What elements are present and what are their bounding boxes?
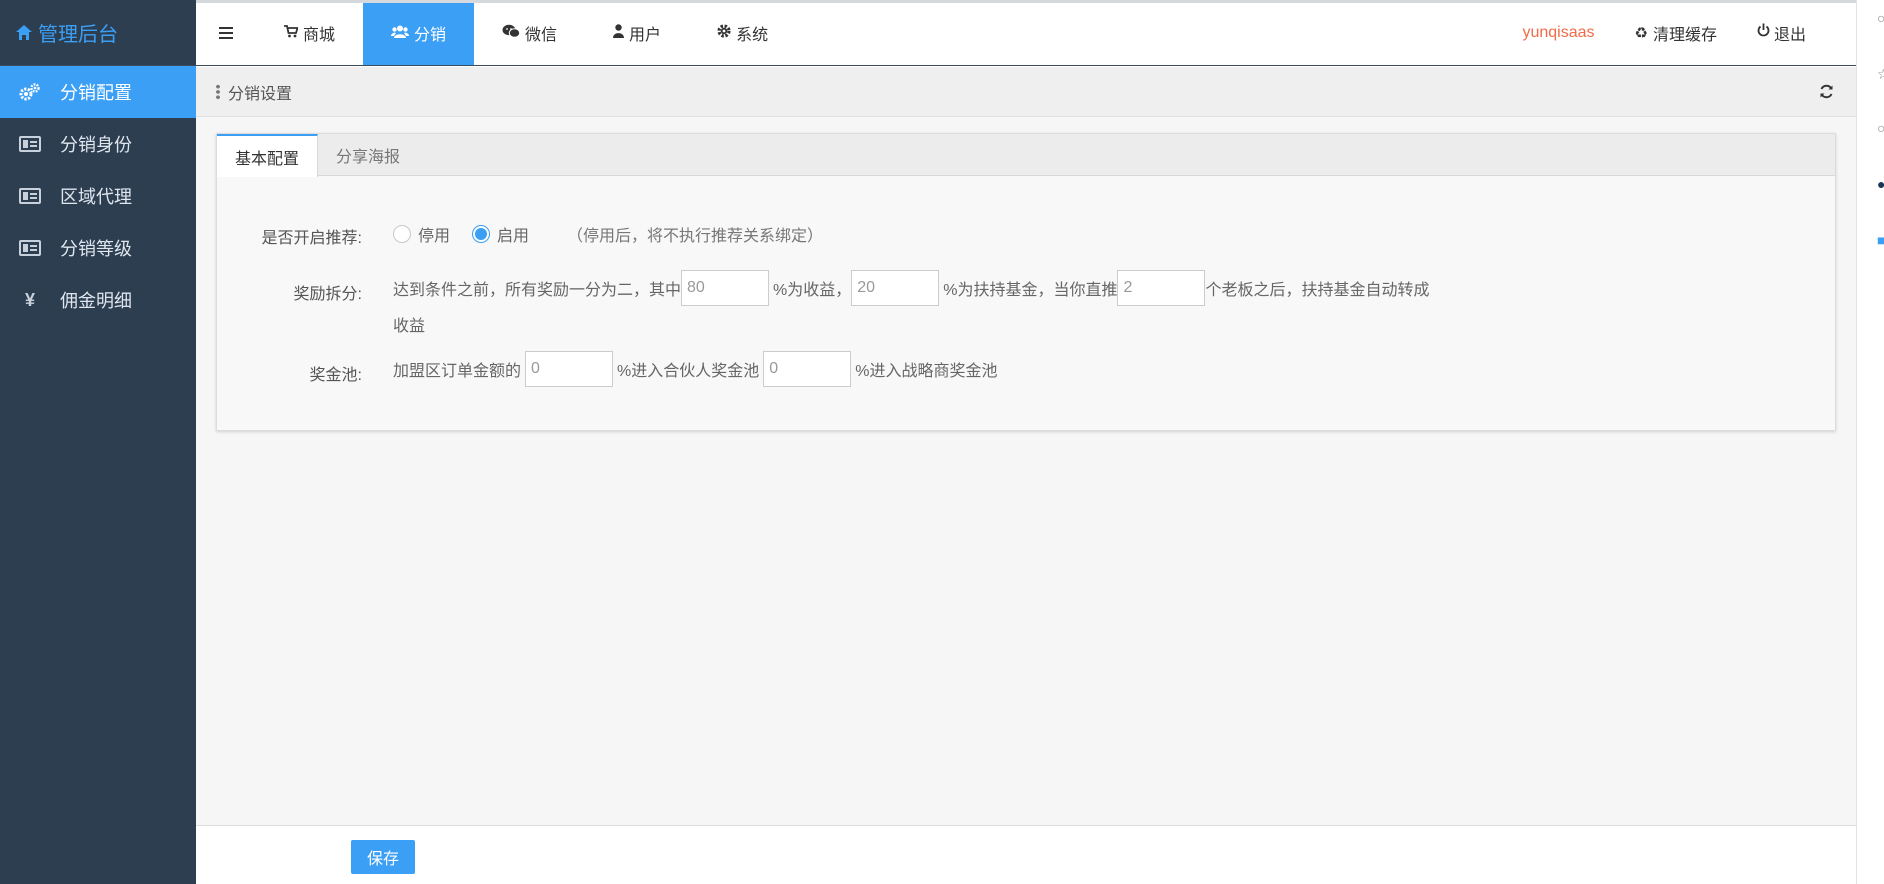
cart-icon [284, 24, 299, 41]
nav-item-label: 分销 [414, 26, 447, 44]
hamburger-icon [219, 31, 233, 34]
breadcrumb: 分销设置 [196, 67, 1856, 117]
bonus-pool-label: 奖金池: [309, 367, 362, 384]
partner-pool-input[interactable] [525, 351, 614, 387]
pool-text-2: %进入合伙人奖金池 [617, 363, 760, 380]
reward-text-2: %为收益， [773, 282, 852, 299]
nav-item-label: 商城 [303, 26, 336, 44]
radio-disable[interactable]: 停用 [393, 222, 450, 246]
refresh-icon[interactable] [1819, 83, 1834, 104]
nav-item-label: 用户 [629, 26, 662, 44]
reward-text-3: %为扶持基金，当你直推 [943, 282, 1118, 299]
home-icon [16, 25, 32, 41]
top-navbar: 商城 分销 微信 用户 系统 yunqisaas ♻ 清理缓存 退出 [196, 0, 1856, 66]
gear-icon [717, 24, 731, 41]
reward-split-row: 达到条件之前，所有奖励一分为二，其中 %为收益， %为扶持基金，当你直推 个老板… [393, 270, 1430, 306]
star-icon[interactable]: ☆ [1877, 66, 1884, 83]
username-link[interactable]: yunqisaas [1502, 0, 1614, 65]
history-icon[interactable]: ○ [1877, 120, 1884, 136]
sidebar-item-label: 区域代理 [60, 187, 132, 207]
browser-side-strip: ○ ☆ ○ ● ■ [1856, 0, 1884, 884]
nav-item-label: 系统 [736, 26, 769, 44]
reward-split-wrap: 收益 [393, 312, 425, 336]
menu-toggle-button[interactable] [196, 0, 256, 65]
nav-item-wechat[interactable]: 微信 [474, 0, 585, 65]
recommend-label: 是否开启推荐: [261, 230, 362, 247]
nav-item-mall[interactable]: 商城 [256, 0, 363, 65]
sidebar-item-regional-agent[interactable]: 区域代理 [0, 170, 196, 222]
users-icon [391, 25, 410, 41]
radio-circle [393, 225, 411, 243]
vertical-dots-icon [216, 83, 220, 100]
sidebar-item-distribution-level[interactable]: 分销等级 [0, 222, 196, 274]
yen-icon: ¥ [24, 289, 35, 310]
reward-text-5: 收益 [393, 318, 426, 335]
sidebar-item-distribution-config[interactable]: 分销配置 [0, 66, 196, 118]
logout-label: 退出 [1773, 26, 1806, 44]
sidebar-item-label: 佣金明细 [60, 291, 132, 311]
radio-label: 停用 [418, 228, 451, 245]
bonus-pool-row: 加盟区订单金额的 %进入合伙人奖金池 %进入战略商奖金池 [393, 351, 997, 387]
main-content: 分销设置 基本配置 分享海报 是否开启推荐: 停用 启用 （停用后，将不执行推荐… [196, 67, 1856, 825]
extension-icon[interactable]: ■ [1877, 232, 1884, 248]
sidebar-item-label: 分销身份 [60, 135, 132, 155]
reward-text-1: 达到条件之前，所有奖励一分为二，其中 [393, 282, 682, 299]
pool-text-3: %进入战略商奖金池 [855, 363, 998, 380]
radio-circle-selected [472, 225, 491, 243]
brand[interactable]: 管理后台 [0, 0, 196, 66]
radio-enable[interactable]: 启用 [472, 222, 529, 246]
power-icon [1757, 23, 1770, 42]
direct-count-input[interactable] [1117, 270, 1206, 306]
nav-item-users[interactable]: 用户 [585, 0, 689, 65]
pool-text-1: 加盟区订单金额的 [393, 363, 522, 380]
tab-basic-config[interactable]: 基本配置 [217, 134, 319, 177]
recommend-hint: （停用后，将不执行推荐关系绑定） [567, 228, 824, 245]
reward-split-label: 奖励拆分: [293, 286, 362, 303]
recycle-icon: ♻ [1634, 24, 1648, 42]
wechat-icon [502, 24, 521, 41]
page-title: 分销设置 [228, 85, 293, 103]
strategic-pool-input[interactable] [763, 351, 852, 387]
reward-text-4: 个老板之后，扶持基金自动转成 [1205, 282, 1430, 299]
save-button[interactable]: 保存 [351, 840, 415, 874]
avatar-icon[interactable]: ● [1877, 176, 1884, 192]
nav-item-label: 微信 [525, 26, 558, 44]
user-icon [613, 24, 625, 41]
sidebar-item-distribution-identity[interactable]: 分销身份 [0, 118, 196, 170]
tab-bar: 基本配置 分享海报 [217, 134, 1835, 177]
top-right-menu: yunqisaas ♻ 清理缓存 退出 [1502, 0, 1856, 65]
recommend-options: 停用 启用 （停用后，将不执行推荐关系绑定） [393, 222, 823, 246]
fund-percent-input[interactable] [851, 270, 940, 306]
sidebar-item-commission-details[interactable]: ¥ 佣金明细 [0, 274, 196, 326]
clear-cache-label: 清理缓存 [1652, 26, 1717, 44]
footer-bar: 保存 [196, 825, 1856, 884]
clear-cache-button[interactable]: ♻ 清理缓存 [1615, 0, 1737, 65]
sidebar-item-label: 分销配置 [60, 83, 132, 103]
radio-label: 启用 [497, 228, 530, 245]
logout-button[interactable]: 退出 [1737, 0, 1826, 65]
gears-icon [0, 83, 60, 101]
search-icon[interactable]: ○ [1877, 10, 1884, 26]
sidebar: 管理后台 分销配置 分销身份 区域代理 分销等级 ¥ 佣金明细 [0, 0, 196, 884]
sidebar-item-label: 分销等级 [60, 239, 132, 259]
income-percent-input[interactable] [681, 270, 770, 306]
tab-share-poster[interactable]: 分享海报 [318, 134, 418, 175]
id-card-icon [19, 136, 41, 152]
nav-item-distribution[interactable]: 分销 [363, 0, 475, 65]
nav-item-system[interactable]: 系统 [689, 0, 796, 65]
settings-panel: 基本配置 分享海报 是否开启推荐: 停用 启用 （停用后，将不执行推荐关系绑定）… [216, 133, 1836, 431]
id-card-icon [19, 188, 41, 204]
id-card-icon [19, 240, 41, 256]
app-title: 管理后台 [38, 24, 118, 46]
